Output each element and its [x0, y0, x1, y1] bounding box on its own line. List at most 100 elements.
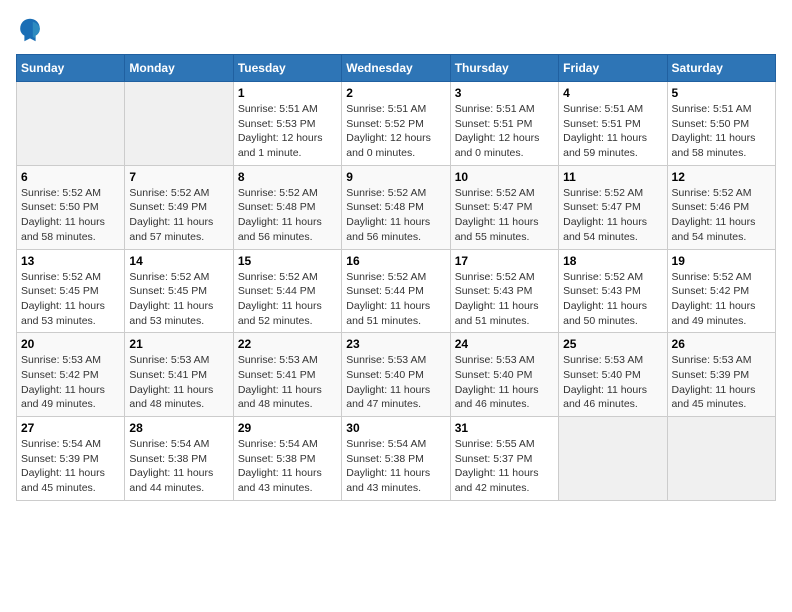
calendar-cell: 9Sunrise: 5:52 AMSunset: 5:48 PMDaylight…: [342, 165, 450, 249]
day-info: Sunrise: 5:54 AMSunset: 5:38 PMDaylight:…: [346, 437, 445, 496]
day-number: 22: [238, 337, 337, 351]
calendar-cell: 17 Sunrise: 5:52 AMSunset: 5:43 PMDayligh…: [450, 249, 558, 333]
calendar-cell: 10 Sunrise: 5:52 AMSunset: 5:47 PMDayligh…: [450, 165, 558, 249]
day-number: 16: [346, 254, 445, 268]
day-number: 27: [21, 421, 120, 435]
day-info: Sunrise: 5:52 AMSunset: 5:47 PMDaylight:…: [455, 186, 554, 245]
day-info: Sunrise: 5:53 AMSunset: 5:39 PMDaylight:…: [672, 353, 771, 412]
calendar-cell: 14 Sunrise: 5:52 AMSunset: 5:45 PMDayligh…: [125, 249, 233, 333]
day-info: Sunrise: 5:52 AMSunset: 5:46 PMDaylight:…: [672, 186, 771, 245]
calendar-week-row: 27 Sunrise: 5:54 AMSunset: 5:39 PMDayligh…: [17, 417, 776, 501]
calendar-day-header: Thursday: [450, 55, 558, 82]
calendar-header-row: SundayMondayTuesdayWednesdayThursdayFrid…: [17, 55, 776, 82]
day-info: Sunrise: 5:52 AMSunset: 5:50 PMDaylight:…: [21, 186, 120, 245]
day-info: Sunrise: 5:52 AMSunset: 5:45 PMDaylight:…: [21, 270, 120, 329]
day-info: Sunrise: 5:52 AMSunset: 5:48 PMDaylight:…: [238, 186, 337, 245]
day-info: Sunrise: 5:55 AMSunset: 5:37 PMDaylight:…: [455, 437, 554, 496]
day-info: Sunrise: 5:53 AMSunset: 5:41 PMDaylight:…: [129, 353, 228, 412]
day-number: 24: [455, 337, 554, 351]
logo-icon: [16, 16, 44, 44]
calendar-cell: [17, 82, 125, 166]
day-number: 14: [129, 254, 228, 268]
day-info: Sunrise: 5:52 AMSunset: 5:43 PMDaylight:…: [563, 270, 662, 329]
day-info: Sunrise: 5:51 AMSunset: 5:51 PMDaylight:…: [563, 102, 662, 161]
calendar-cell: 15 Sunrise: 5:52 AMSunset: 5:44 PMDayligh…: [233, 249, 341, 333]
day-info: Sunrise: 5:51 AMSunset: 5:50 PMDaylight:…: [672, 102, 771, 161]
day-number: 25: [563, 337, 662, 351]
calendar-week-row: 13 Sunrise: 5:52 AMSunset: 5:45 PMDayligh…: [17, 249, 776, 333]
calendar-cell: 7 Sunrise: 5:52 AMSunset: 5:49 PMDaylight…: [125, 165, 233, 249]
calendar-cell: 8 Sunrise: 5:52 AMSunset: 5:48 PMDaylight…: [233, 165, 341, 249]
logo: [16, 16, 46, 44]
calendar-cell: 24 Sunrise: 5:53 AMSunset: 5:40 PMDayligh…: [450, 333, 558, 417]
day-info: Sunrise: 5:54 AMSunset: 5:38 PMDaylight:…: [129, 437, 228, 496]
day-number: 17: [455, 254, 554, 268]
calendar-day-header: Saturday: [667, 55, 775, 82]
calendar-cell: 20Sunrise: 5:53 AMSunset: 5:42 PMDayligh…: [17, 333, 125, 417]
calendar-cell: 18Sunrise: 5:52 AMSunset: 5:43 PMDayligh…: [559, 249, 667, 333]
calendar-week-row: 20Sunrise: 5:53 AMSunset: 5:42 PMDayligh…: [17, 333, 776, 417]
day-number: 15: [238, 254, 337, 268]
calendar-cell: 4 Sunrise: 5:51 AMSunset: 5:51 PMDaylight…: [559, 82, 667, 166]
calendar-day-header: Friday: [559, 55, 667, 82]
day-number: 31: [455, 421, 554, 435]
day-number: 6: [21, 170, 120, 184]
calendar-cell: [667, 417, 775, 501]
calendar-cell: 30 Sunrise: 5:54 AMSunset: 5:38 PMDayligh…: [342, 417, 450, 501]
day-number: 21: [129, 337, 228, 351]
calendar-cell: 3Sunrise: 5:51 AMSunset: 5:51 PMDaylight…: [450, 82, 558, 166]
day-info: Sunrise: 5:52 AMSunset: 5:42 PMDaylight:…: [672, 270, 771, 329]
day-number: 11: [563, 170, 662, 184]
day-info: Sunrise: 5:51 AMSunset: 5:53 PMDaylight:…: [238, 102, 337, 161]
calendar-cell: 22 Sunrise: 5:53 AMSunset: 5:41 PMDayligh…: [233, 333, 341, 417]
calendar-cell: 31 Sunrise: 5:55 AMSunset: 5:37 PMDayligh…: [450, 417, 558, 501]
calendar-table: SundayMondayTuesdayWednesdayThursdayFrid…: [16, 54, 776, 501]
calendar-cell: 19 Sunrise: 5:52 AMSunset: 5:42 PMDayligh…: [667, 249, 775, 333]
calendar-cell: 13 Sunrise: 5:52 AMSunset: 5:45 PMDayligh…: [17, 249, 125, 333]
calendar-cell: 26Sunrise: 5:53 AMSunset: 5:39 PMDayligh…: [667, 333, 775, 417]
day-info: Sunrise: 5:52 AMSunset: 5:48 PMDaylight:…: [346, 186, 445, 245]
calendar-cell: 1 Sunrise: 5:51 AMSunset: 5:53 PMDaylight…: [233, 82, 341, 166]
calendar-cell: 6 Sunrise: 5:52 AMSunset: 5:50 PMDaylight…: [17, 165, 125, 249]
day-number: 28: [129, 421, 228, 435]
day-info: Sunrise: 5:54 AMSunset: 5:38 PMDaylight:…: [238, 437, 337, 496]
calendar-day-header: Tuesday: [233, 55, 341, 82]
calendar-day-header: Sunday: [17, 55, 125, 82]
calendar-cell: 23 Sunrise: 5:53 AMSunset: 5:40 PMDayligh…: [342, 333, 450, 417]
calendar-cell: 2Sunrise: 5:51 AMSunset: 5:52 PMDaylight…: [342, 82, 450, 166]
day-number: 30: [346, 421, 445, 435]
day-info: Sunrise: 5:52 AMSunset: 5:47 PMDaylight:…: [563, 186, 662, 245]
day-number: 23: [346, 337, 445, 351]
calendar-cell: 29 Sunrise: 5:54 AMSunset: 5:38 PMDayligh…: [233, 417, 341, 501]
day-info: Sunrise: 5:52 AMSunset: 5:44 PMDaylight:…: [346, 270, 445, 329]
calendar-cell: [559, 417, 667, 501]
day-number: 8: [238, 170, 337, 184]
calendar-day-header: Monday: [125, 55, 233, 82]
day-number: 7: [129, 170, 228, 184]
day-number: 29: [238, 421, 337, 435]
day-number: 10: [455, 170, 554, 184]
day-number: 4: [563, 86, 662, 100]
day-number: 12: [672, 170, 771, 184]
day-number: 5: [672, 86, 771, 100]
calendar-cell: [125, 82, 233, 166]
calendar-cell: 28 Sunrise: 5:54 AMSunset: 5:38 PMDayligh…: [125, 417, 233, 501]
day-number: 19: [672, 254, 771, 268]
day-info: Sunrise: 5:51 AMSunset: 5:52 PMDaylight:…: [346, 102, 445, 161]
day-info: Sunrise: 5:53 AMSunset: 5:40 PMDaylight:…: [563, 353, 662, 412]
day-info: Sunrise: 5:53 AMSunset: 5:40 PMDaylight:…: [346, 353, 445, 412]
day-number: 1: [238, 86, 337, 100]
calendar-cell: 25 Sunrise: 5:53 AMSunset: 5:40 PMDayligh…: [559, 333, 667, 417]
day-info: Sunrise: 5:53 AMSunset: 5:40 PMDaylight:…: [455, 353, 554, 412]
day-number: 13: [21, 254, 120, 268]
day-info: Sunrise: 5:52 AMSunset: 5:45 PMDaylight:…: [129, 270, 228, 329]
day-info: Sunrise: 5:54 AMSunset: 5:39 PMDaylight:…: [21, 437, 120, 496]
day-number: 20: [21, 337, 120, 351]
day-info: Sunrise: 5:52 AMSunset: 5:43 PMDaylight:…: [455, 270, 554, 329]
day-info: Sunrise: 5:52 AMSunset: 5:44 PMDaylight:…: [238, 270, 337, 329]
day-info: Sunrise: 5:52 AMSunset: 5:49 PMDaylight:…: [129, 186, 228, 245]
day-info: Sunrise: 5:53 AMSunset: 5:41 PMDaylight:…: [238, 353, 337, 412]
calendar-week-row: 6 Sunrise: 5:52 AMSunset: 5:50 PMDaylight…: [17, 165, 776, 249]
calendar-cell: 11 Sunrise: 5:52 AMSunset: 5:47 PMDayligh…: [559, 165, 667, 249]
calendar-day-header: Wednesday: [342, 55, 450, 82]
